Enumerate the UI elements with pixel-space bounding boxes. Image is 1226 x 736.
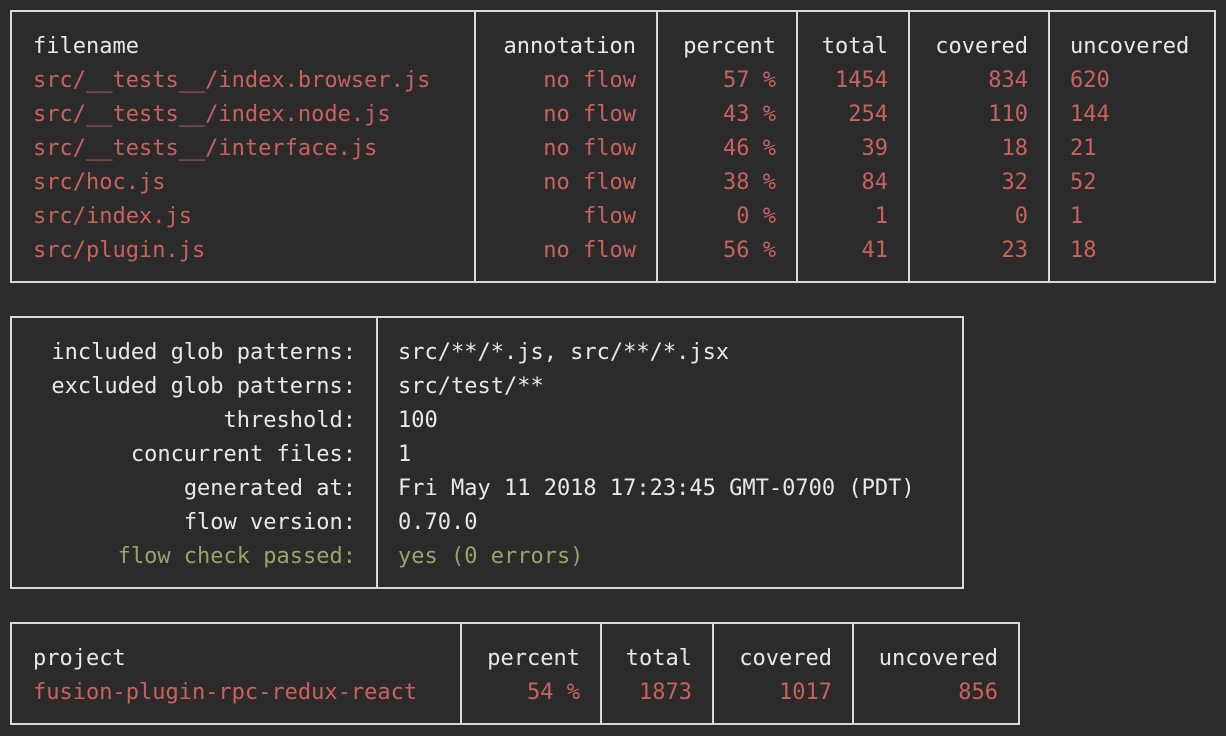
annotation-column: annotation no flow no flow no flow no fl… (474, 12, 656, 281)
table-row-filename: src/__tests__/index.browser.js (33, 68, 431, 93)
table-row-covered: 32 (1001, 170, 1029, 195)
concurrent-files-value: 1 (398, 442, 412, 467)
table-row-percent: 57 % (723, 68, 776, 93)
table-row-covered: 18 (1001, 136, 1029, 161)
generated-at-label: generated at: (183, 476, 356, 501)
table-row-uncovered: 21 (1070, 136, 1097, 161)
summary-total-header: total (625, 646, 692, 671)
summary-uncovered-column: uncovered 856 (852, 624, 1018, 723)
table-row-covered: 834 (988, 68, 1028, 93)
table-row-filename: src/hoc.js (33, 170, 166, 195)
table-row-percent: 38 % (723, 170, 776, 195)
summary-uncovered-header: uncovered (878, 646, 998, 671)
table-row-uncovered: 144 (1070, 102, 1110, 127)
summary-covered-header: covered (739, 646, 832, 671)
table-row-annotation: flow (583, 204, 636, 229)
table-row-total: 254 (848, 102, 888, 127)
covered-header: covered (935, 34, 1028, 59)
table-row-total: 39 (861, 136, 889, 161)
summary-total-value: 1873 (639, 680, 692, 705)
table-row-annotation: no flow (543, 136, 636, 161)
table-row-filename: src/index.js (33, 204, 192, 229)
table-row-covered: 110 (988, 102, 1028, 127)
threshold-label: threshold: (223, 408, 356, 433)
project-name: fusion-plugin-rpc-redux-react (33, 680, 418, 705)
project-summary-table: project fusion-plugin-rpc-redux-react pe… (10, 622, 1020, 725)
table-row-covered: 23 (1001, 238, 1029, 263)
summary-percent-column: percent 54 % (460, 624, 600, 723)
uncovered-header: uncovered (1070, 34, 1190, 59)
table-row-uncovered: 1 (1070, 204, 1084, 229)
table-row-annotation: no flow (543, 68, 636, 93)
table-row-filename: src/__tests__/interface.js (33, 136, 378, 161)
table-row-annotation: no flow (543, 238, 636, 263)
table-row-total: 1454 (835, 68, 888, 93)
settings-panel: included glob patterns: excluded glob pa… (10, 316, 964, 589)
summary-percent-header: percent (487, 646, 580, 671)
table-row-percent: 0 % (736, 204, 776, 229)
settings-value-column: src/**/*.js, src/**/*.jsx src/test/** 10… (376, 318, 962, 587)
concurrent-files-label: concurrent files: (130, 442, 356, 467)
project-column: project fusion-plugin-rpc-redux-react (12, 624, 460, 723)
coverage-table: filename src/__tests__/index.browser.js … (10, 10, 1216, 283)
settings-label-column: included glob patterns: excluded glob pa… (12, 318, 376, 587)
annotation-header: annotation (503, 34, 636, 59)
excluded-glob-label: excluded glob patterns: (51, 374, 356, 399)
table-row-total: 41 (861, 238, 889, 263)
table-row-uncovered: 52 (1070, 170, 1097, 195)
table-row-filename: src/__tests__/index.node.js (33, 102, 391, 127)
included-glob-label: included glob patterns: (51, 340, 356, 365)
flow-check-label: flow check passed: (117, 544, 356, 569)
table-row-annotation: no flow (543, 102, 636, 127)
table-row-annotation: no flow (543, 170, 636, 195)
table-row-total: 1 (874, 204, 888, 229)
flow-check-value: yes (0 errors) (398, 544, 584, 569)
included-glob-value: src/**/*.js, src/**/*.jsx (398, 340, 730, 365)
filename-column: filename src/__tests__/index.browser.js … (12, 12, 474, 281)
table-row-percent: 46 % (723, 136, 776, 161)
summary-uncovered-value: 856 (958, 680, 998, 705)
flow-version-label: flow version: (183, 510, 356, 535)
total-column: total 1454 254 39 84 1 41 (796, 12, 908, 281)
summary-total-column: total 1873 (600, 624, 712, 723)
summary-covered-value: 1017 (779, 680, 832, 705)
uncovered-column: uncovered 620 144 21 52 1 18 (1048, 12, 1214, 281)
project-header: project (33, 646, 126, 671)
table-row-uncovered: 620 (1070, 68, 1110, 93)
threshold-value: 100 (398, 408, 438, 433)
generated-at-value: Fri May 11 2018 17:23:45 GMT-0700 (PDT) (398, 476, 915, 501)
table-row-covered: 0 (1014, 204, 1028, 229)
filename-header: filename (33, 34, 139, 59)
table-row-uncovered: 18 (1070, 238, 1097, 263)
table-row-percent: 43 % (723, 102, 776, 127)
table-row-filename: src/plugin.js (33, 238, 206, 263)
excluded-glob-value: src/test/** (398, 374, 544, 399)
summary-percent-value: 54 % (527, 680, 580, 705)
covered-column: covered 834 110 18 32 0 23 (908, 12, 1048, 281)
percent-header: percent (683, 34, 776, 59)
flow-version-value: 0.70.0 (398, 510, 478, 535)
percent-column: percent 57 % 43 % 46 % 38 % 0 % 56 % (656, 12, 796, 281)
total-header: total (821, 34, 888, 59)
table-row-total: 84 (861, 170, 889, 195)
table-row-percent: 56 % (723, 238, 776, 263)
summary-covered-column: covered 1017 (712, 624, 852, 723)
